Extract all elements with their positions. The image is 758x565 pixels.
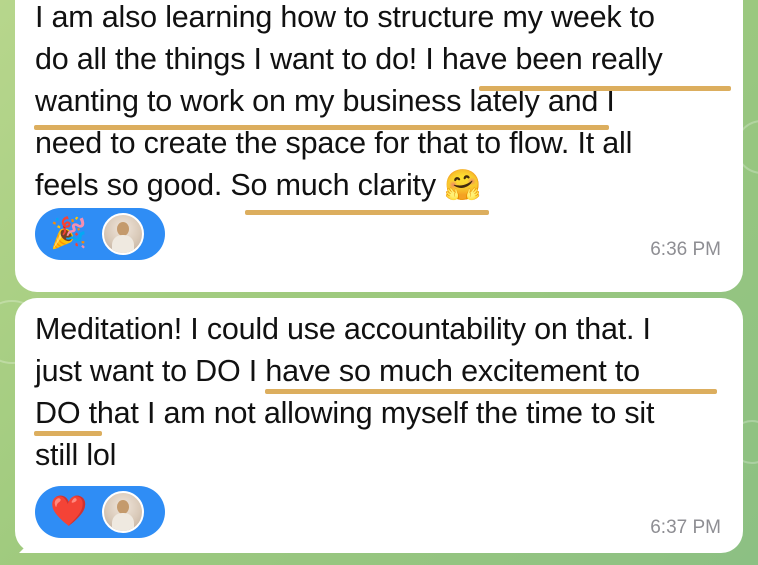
avatar-body xyxy=(112,513,134,531)
message-time: 6:36 PM xyxy=(650,239,721,260)
party-popper-icon: 🎉 xyxy=(50,217,88,250)
red-heart-icon: ❤️ xyxy=(50,495,88,528)
message-line: still lol xyxy=(35,438,117,472)
message-line: Meditation! I could use accountability o… xyxy=(35,312,651,346)
message-bubble[interactable]: I am also learning how to structure my w… xyxy=(15,0,743,292)
avatar-body xyxy=(112,235,134,253)
message-time: 6:37 PM xyxy=(650,517,721,538)
reaction-pill[interactable]: 🎉 xyxy=(35,208,165,260)
message-line: do all the things I want to do! I have b… xyxy=(35,42,663,76)
avatar-head xyxy=(117,500,129,514)
highlight-underline xyxy=(34,431,102,436)
highlight-underline xyxy=(245,210,489,215)
avatar xyxy=(102,213,144,255)
hugging-face-emoji: 🤗 xyxy=(444,169,482,202)
message-text: I am also learning how to structure my w… xyxy=(35,0,723,207)
message-bubble[interactable]: Meditation! I could use accountability o… xyxy=(15,298,743,553)
highlight-underline xyxy=(265,389,717,394)
reaction-pill[interactable]: ❤️ xyxy=(35,486,165,538)
avatar-head xyxy=(117,222,129,236)
avatar xyxy=(102,491,144,533)
highlight-underline xyxy=(34,125,609,130)
message-line: DO that I am not allowing myself the tim… xyxy=(35,396,655,430)
message-line: just want to DO I have so much excitemen… xyxy=(35,354,640,388)
bubble-tail xyxy=(19,531,41,553)
highlight-underline xyxy=(479,86,731,91)
message-line: feels so good. So much clarity xyxy=(35,168,436,202)
message-line: I am also learning how to structure my w… xyxy=(35,0,655,34)
